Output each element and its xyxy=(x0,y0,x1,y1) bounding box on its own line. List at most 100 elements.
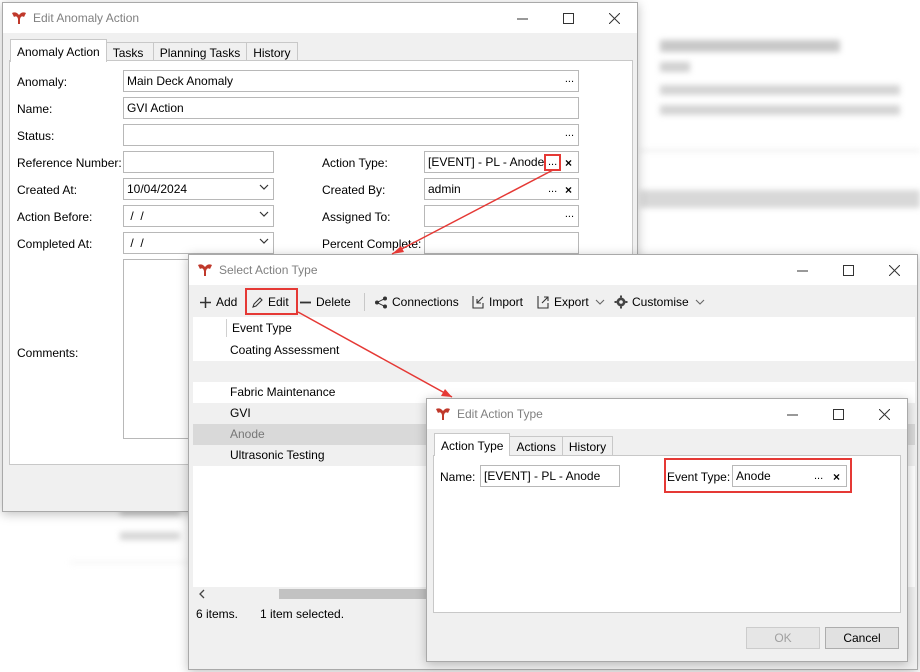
share-icon xyxy=(375,296,387,308)
reference-number-label: Reference Number: xyxy=(17,156,122,170)
export-button[interactable]: Export xyxy=(536,295,609,309)
delete-label: Delete xyxy=(316,295,351,309)
chevron-down-icon[interactable] xyxy=(695,297,705,307)
import-label: Import xyxy=(489,295,524,309)
minimize-button[interactable] xyxy=(779,255,825,285)
anomaly-browse-button[interactable]: ... xyxy=(565,73,574,85)
app-logo-icon xyxy=(12,12,26,24)
cancel-button[interactable]: Cancel xyxy=(825,627,899,649)
assigned-to-label: Assigned To: xyxy=(322,210,391,224)
app-logo-icon xyxy=(436,408,450,420)
name-field[interactable]: GVI Action xyxy=(123,97,579,119)
select-titlebar: Select Action Type xyxy=(189,255,917,285)
anomaly-window-title: Edit Anomaly Action xyxy=(33,11,140,25)
highlight-event-type xyxy=(664,458,852,493)
chevron-down-icon[interactable] xyxy=(595,297,605,307)
tab-actions[interactable]: Actions xyxy=(509,436,563,456)
created-by-clear-button[interactable]: × xyxy=(565,183,572,197)
action-before-value: / / xyxy=(127,209,144,223)
app-logo-icon xyxy=(198,264,212,276)
highlight-edit-button xyxy=(245,288,298,315)
maximize-button[interactable] xyxy=(825,255,871,285)
created-by-value: admin xyxy=(428,182,461,196)
export-icon xyxy=(537,296,549,309)
import-button[interactable]: Import xyxy=(471,295,523,309)
connections-label: Connections xyxy=(392,295,459,309)
anomaly-titlebar: Edit Anomaly Action xyxy=(3,3,637,33)
action-type-clear-button[interactable]: × xyxy=(565,156,572,170)
status-browse-button[interactable]: ... xyxy=(565,127,574,139)
export-label: Export xyxy=(554,295,589,309)
assigned-to-field[interactable]: ... xyxy=(424,205,579,227)
edit-window-title: Edit Action Type xyxy=(457,407,543,421)
list-item-label: Anode xyxy=(230,427,265,441)
name-label: Name: xyxy=(17,102,53,116)
import-icon xyxy=(472,296,484,309)
maximize-button[interactable] xyxy=(815,399,861,429)
minus-icon xyxy=(300,301,311,303)
tab-tasks[interactable]: Tasks xyxy=(105,42,154,62)
scrollbar-thumb[interactable] xyxy=(279,589,429,599)
anomaly-label: Anomaly: xyxy=(17,75,68,89)
status-items-count: 6 items. xyxy=(196,607,239,621)
action-type-value: [EVENT] - PL - Anode xyxy=(428,155,545,169)
comments-label: Comments: xyxy=(17,346,79,360)
edit-titlebar: Edit Action Type xyxy=(427,399,907,429)
anomaly-field[interactable]: Main Deck Anomaly ... xyxy=(123,70,579,92)
completed-at-value: / / xyxy=(127,236,144,250)
maximize-button[interactable] xyxy=(545,3,591,33)
tab-history[interactable]: History xyxy=(561,436,614,456)
created-at-value: 10/04/2024 xyxy=(127,182,188,196)
status-selected-count: 1 item selected. xyxy=(260,607,345,621)
chevron-down-icon[interactable] xyxy=(259,236,269,246)
chevron-down-icon[interactable] xyxy=(259,182,269,192)
percent-complete-label: Percent Complete: xyxy=(322,237,422,251)
anomaly-value: Main Deck Anomaly xyxy=(127,74,234,88)
toolbar-separator xyxy=(364,293,365,311)
minimize-button[interactable] xyxy=(769,399,815,429)
status-label: Status: xyxy=(17,129,55,143)
created-at-field[interactable]: 10/04/2024 xyxy=(123,178,274,200)
action-type-label: Action Type: xyxy=(322,156,388,170)
reference-number-field[interactable] xyxy=(123,151,274,173)
list-item[interactable]: Coating Assessment xyxy=(193,340,915,361)
close-button[interactable] xyxy=(861,399,907,429)
delete-button[interactable]: Delete xyxy=(299,295,351,309)
name-field[interactable]: [EVENT] - PL - Anode xyxy=(480,465,620,487)
completed-at-field[interactable]: / / xyxy=(123,232,274,254)
percent-complete-field[interactable] xyxy=(424,232,579,254)
created-by-browse-button[interactable]: ... xyxy=(548,183,557,195)
tab-action-type[interactable]: Action Type xyxy=(434,433,511,456)
tab-history[interactable]: History xyxy=(246,42,298,62)
completed-at-label: Completed At: xyxy=(17,237,93,251)
minimize-button[interactable] xyxy=(499,3,545,33)
highlight-action-type-browse xyxy=(544,154,561,171)
customise-label: Customise xyxy=(632,295,689,309)
select-window-title: Select Action Type xyxy=(219,263,318,277)
status-field[interactable]: ... xyxy=(123,124,579,146)
scroll-left-icon[interactable] xyxy=(197,587,207,601)
close-button[interactable] xyxy=(591,3,637,33)
created-at-label: Created At: xyxy=(17,183,78,197)
list-item-label: Fabric Maintenance xyxy=(230,385,336,399)
list-header-divider xyxy=(226,319,227,337)
chevron-down-icon[interactable] xyxy=(259,209,269,219)
list-item[interactable] xyxy=(193,361,915,382)
assigned-to-browse-button[interactable]: ... xyxy=(565,208,574,220)
gear-icon xyxy=(614,295,628,309)
action-before-field[interactable]: / / xyxy=(123,205,274,227)
action-before-label: Action Before: xyxy=(17,210,93,224)
tab-anomaly-action[interactable]: Anomaly Action xyxy=(10,39,107,62)
ok-button[interactable]: OK xyxy=(746,627,820,649)
name-label: Name: xyxy=(440,470,476,484)
name-value: [EVENT] - PL - Anode xyxy=(484,469,601,483)
tab-planning-tasks[interactable]: Planning Tasks xyxy=(152,42,248,62)
close-button[interactable] xyxy=(871,255,917,285)
connections-button[interactable]: Connections xyxy=(374,295,459,309)
customise-button[interactable]: Customise xyxy=(614,295,709,309)
add-button[interactable]: Add xyxy=(199,295,237,309)
column-header-event-type[interactable]: Event Type xyxy=(232,321,292,335)
background-blurred-content-bottom xyxy=(70,500,190,672)
list-item-label: GVI xyxy=(230,406,251,420)
add-label: Add xyxy=(216,295,238,309)
